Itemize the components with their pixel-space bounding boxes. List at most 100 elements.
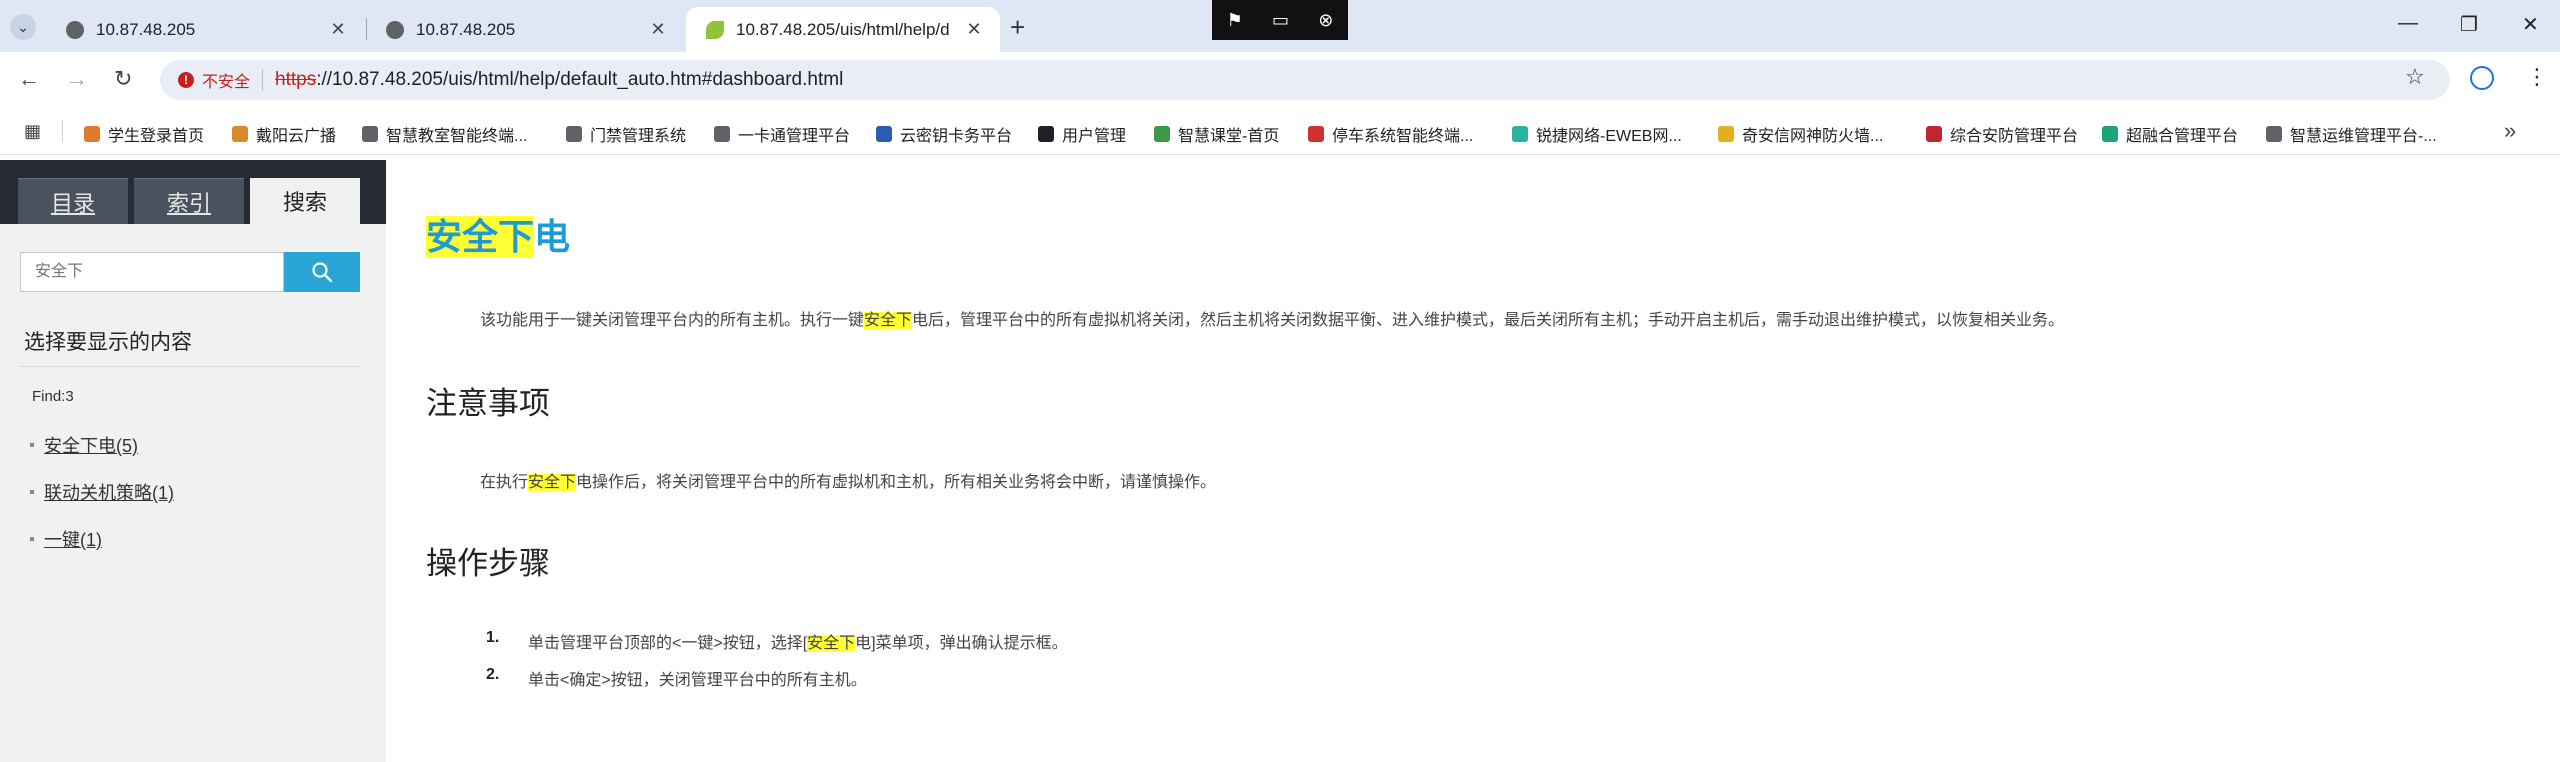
tab-search[interactable]: 搜索 [250, 178, 360, 224]
tab-contents[interactable]: 目录 [18, 178, 128, 224]
tab-index[interactable]: 索引 [134, 178, 244, 224]
bookmark-label: 智慧课堂-首页 [1178, 128, 1280, 145]
browser-tab-1[interactable]: 10.87.48.205 ✕ [46, 7, 364, 52]
arrow-right-icon: → [66, 66, 88, 91]
profile-avatar[interactable] [2470, 66, 2494, 90]
address-bar[interactable]: ! 不安全 https ://10.87.48.205/uis/html/hel… [160, 60, 2450, 100]
reload-button[interactable]: ↻ [114, 66, 132, 92]
help-content: 安全下电 该功能用于一键关闭管理平台内的所有主机。执行一键安全下电后，管理平台中… [386, 160, 2560, 762]
bookmark-item[interactable]: 智慧教室智能终端... [362, 122, 527, 146]
bookmark-item[interactable]: 一卡通管理平台 [714, 122, 850, 146]
bookmark-label: 学生登录首页 [108, 128, 205, 145]
flag-icon[interactable]: ⚑ [1227, 10, 1243, 31]
bookmark-label: 超融合管理平台 [2126, 128, 2239, 145]
arrow-left-icon: ← [18, 66, 40, 91]
bookmark-favicon-icon [566, 126, 582, 142]
text-run: 电操作后，将关闭管理平台中的所有虚拟机和主机，所有相关业务将会中断，请谨慎操作。 [576, 474, 1217, 491]
bookmark-favicon-icon [2266, 126, 2282, 142]
bookmark-favicon-icon [1038, 126, 1054, 142]
restore-icon: ❐ [2460, 14, 2478, 36]
close-window-button[interactable]: ✕ [2522, 12, 2539, 37]
tab-title: 10.87.48.205/uis/html/help/d [736, 19, 950, 39]
bookmark-item[interactable]: 学生登录首页 [84, 122, 204, 146]
bookmark-item[interactable]: 智慧课堂-首页 [1154, 122, 1279, 146]
step-text: 单击<确定>按钮，关闭管理平台中的所有主机。 [528, 672, 867, 689]
bookmark-label: 一卡通管理平台 [738, 128, 851, 145]
forward-button[interactable]: → [66, 66, 88, 92]
address-separator [262, 69, 264, 91]
bookmark-separator [62, 120, 63, 142]
bookmark-favicon-icon [232, 126, 248, 142]
bookmark-item[interactable]: 戴阳云广播 [232, 122, 336, 146]
result-link[interactable]: 联动关机策略(1) [44, 479, 174, 505]
bookmark-item[interactable]: 云密钥卡务平台 [876, 122, 1012, 146]
browser-tab-3[interactable]: 10.87.48.205/uis/html/help/d ✕ [686, 7, 1000, 52]
bookmark-item[interactable]: 停车系统智能终端... [1308, 122, 1473, 146]
menu-button[interactable]: ⋮ [2526, 64, 2548, 90]
text-run: 单击管理平台顶部的<一键>按钮，选择[ [528, 635, 808, 652]
close-icon[interactable]: ✕ [328, 19, 348, 40]
remote-control-bar: ⚑ ▭ ⊗ [1212, 0, 1348, 40]
step-number: 1. [486, 629, 500, 646]
search-result: 联动关机策略(1) [30, 479, 174, 505]
bookmark-label: 智慧运维管理平台-... [2290, 128, 2437, 145]
bookmark-item[interactable]: 智慧运维管理平台-... [2266, 122, 2437, 146]
browser-toolbar: ← → ↻ ! 不安全 https ://10.87.48.205/uis/ht… [0, 52, 2560, 108]
new-tab-button[interactable]: + [1010, 12, 1025, 43]
bookmark-item[interactable]: 锐捷网络-EWEB网... [1512, 122, 1682, 146]
bookmark-label: 戴阳云广播 [256, 128, 337, 145]
notes-heading: 注意事项 [426, 386, 550, 421]
bookmark-favicon-icon [1308, 126, 1324, 142]
bookmarks-overflow-button[interactable]: » [2504, 118, 2516, 144]
bookmark-item[interactable]: 综合安防管理平台 [1926, 122, 2078, 146]
double-chevron-right-icon: » [2504, 118, 2517, 143]
close-icon[interactable]: ✕ [648, 19, 668, 40]
bookmark-favicon-icon [2102, 126, 2118, 142]
bookmark-label: 停车系统智能终端... [1332, 128, 1474, 145]
search-result: 安全下电(5) [30, 432, 138, 458]
bookmark-favicon-icon [714, 126, 730, 142]
security-label[interactable]: 不安全 [202, 68, 250, 92]
result-link[interactable]: 一键(1) [44, 526, 102, 552]
apps-button[interactable]: ▦ [24, 121, 41, 142]
close-circle-icon[interactable]: ⊗ [1318, 10, 1333, 31]
bookmark-label: 云密钥卡务平台 [900, 128, 1013, 145]
minimize-icon: — [2398, 12, 2418, 34]
step-text: 单击管理平台顶部的<一键>按钮，选择[安全下电]菜单项，弹出确认提示框。 [528, 629, 1068, 653]
bookmark-favicon-icon [876, 126, 892, 142]
find-count: Find:3 [32, 388, 74, 405]
help-sidebar: 目录 索引 搜索 选择要显示的内容 Find:3 安全下电(5) 联动关机策略(… [0, 160, 386, 762]
globe-icon [386, 20, 404, 39]
bullet [30, 537, 34, 541]
search-input[interactable] [20, 252, 284, 292]
bookmark-favicon-icon [1926, 126, 1942, 142]
bookmark-item[interactable]: 用户管理 [1038, 122, 1126, 146]
tab-search-button[interactable]: ⌄ [10, 14, 36, 40]
bookmark-label: 用户管理 [1062, 128, 1127, 145]
bookmark-item[interactable]: 超融合管理平台 [2102, 122, 2238, 146]
step-number: 2. [486, 666, 500, 683]
bookmark-favicon-icon [1512, 126, 1528, 142]
search-icon [312, 262, 333, 283]
bookmarks-bar: ▦ 学生登录首页 戴阳云广播 智慧教室智能终端... 门禁管理系统 一卡通管理平台 云密钥… [0, 108, 2560, 155]
bookmark-star-button[interactable]: ☆ [2405, 64, 2425, 90]
search-button[interactable] [284, 252, 360, 292]
plus-icon: + [1010, 12, 1026, 42]
search-highlight: 安全下 [864, 312, 913, 329]
result-link[interactable]: 安全下电(5) [44, 432, 138, 458]
browser-tab-2[interactable]: 10.87.48.205 ✕ [366, 7, 684, 52]
url-scheme: https [275, 69, 317, 90]
title-rest: 电 [534, 216, 571, 257]
step-item: 1. 单击管理平台顶部的<一键>按钮，选择[安全下电]菜单项，弹出确认提示框。 [486, 629, 1068, 653]
bookmark-item[interactable]: 奇安信网神防火墙... [1718, 122, 1883, 146]
bookmark-label: 锐捷网络-EWEB网... [1536, 128, 1682, 145]
close-icon: ✕ [2522, 14, 2539, 36]
back-button[interactable]: ← [18, 66, 40, 92]
bookmark-item[interactable]: 门禁管理系统 [566, 122, 686, 146]
minimize-window-icon[interactable]: ▭ [1272, 10, 1289, 31]
close-icon[interactable]: ✕ [964, 19, 984, 40]
minimize-button[interactable]: — [2398, 12, 2418, 35]
notes-paragraph: 在执行安全下电操作后，将关闭管理平台中的所有虚拟机和主机，所有相关业务将会中断，… [480, 468, 1216, 492]
restore-button[interactable]: ❐ [2460, 12, 2478, 37]
bookmark-favicon-icon [362, 126, 378, 142]
